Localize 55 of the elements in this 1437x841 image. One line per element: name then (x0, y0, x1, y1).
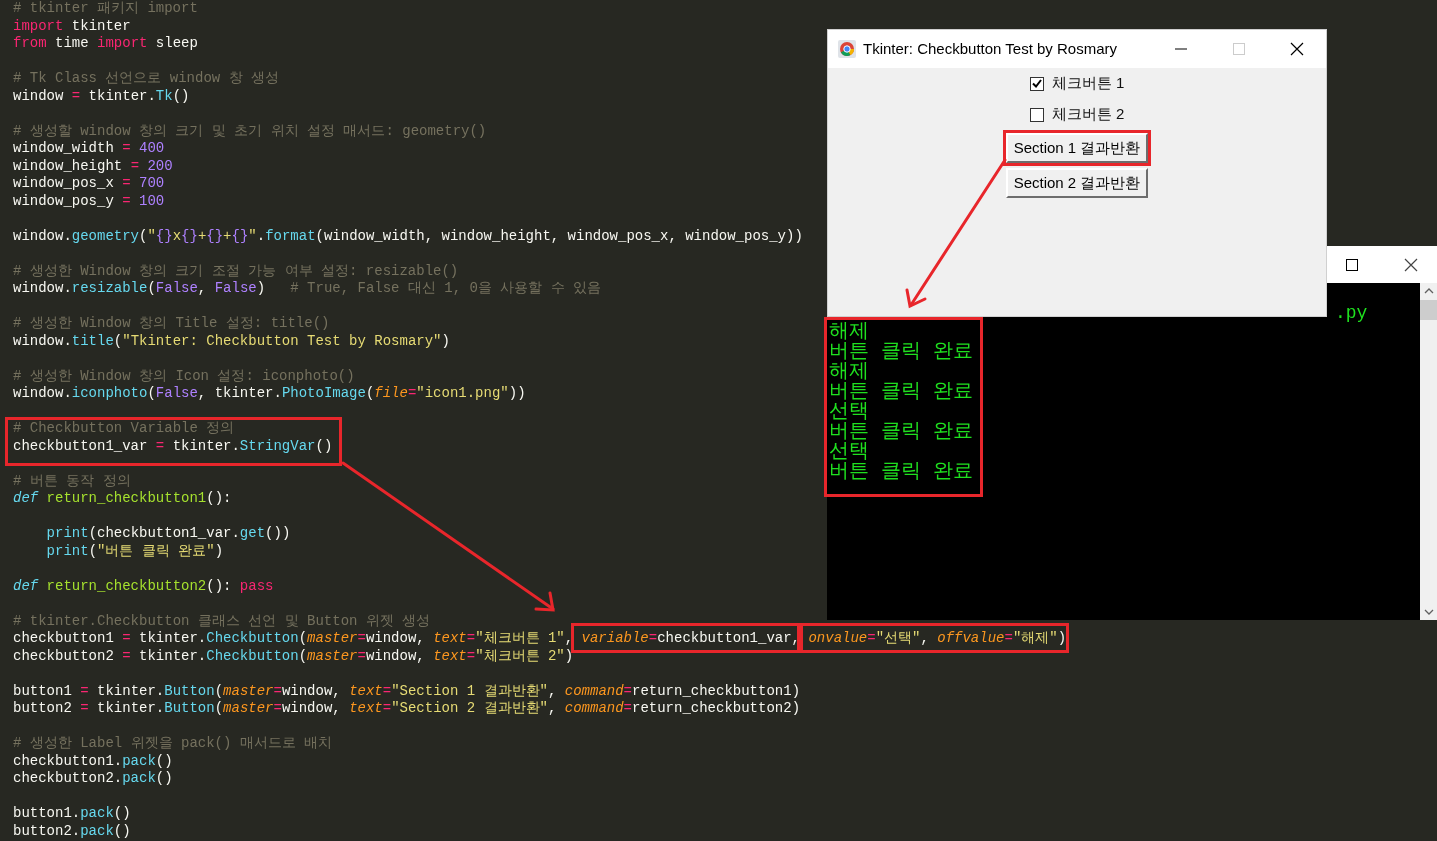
section-button[interactable]: Section 2 결과반환 (1005, 168, 1149, 198)
code-line: window_height = 200 (12, 157, 173, 175)
code-line: window.resizable(False, False) # True, False 대신 1, 0을 사용할 수 있음 (12, 280, 602, 298)
code-line: # 생성할 window 창의 크기 및 초기 위치 설정 매서드: geometry() (12, 122, 487, 140)
code-line: print(checkbutton1_var.get()) (45, 525, 291, 543)
code-text: ) (1057, 630, 1067, 646)
minimize-icon (1175, 48, 1187, 50)
maximize-icon (1233, 43, 1245, 55)
checkbox-label: 체크버튼 2 (1051, 104, 1125, 125)
code-line: window = tkinter.Tk() (12, 87, 190, 105)
code-line: from time import sleep (12, 35, 198, 53)
code-line: window.title("Tkinter: Checkbutton Test by Rosmary") (12, 332, 450, 350)
checkbox-label: 체크버튼 1 (1051, 73, 1125, 94)
code-line: def return_checkbutton2(): pass (12, 577, 274, 595)
console-text: .py (1335, 303, 1368, 323)
section-button[interactable]: Section 1 결과반환 (1005, 133, 1149, 163)
code-line: # 생성한 Window 창의 크기 조절 가능 여부 설정: resizable() (12, 262, 459, 280)
code-line: checkbutton1.pack() (12, 752, 173, 770)
code-line: window_pos_y = 100 (12, 192, 165, 210)
app-icon (838, 40, 856, 58)
chevron-up-icon (1423, 288, 1434, 294)
code-line: button2 = tkinter.Button(master=window, text="Section 2 결과반환", command=return_checkbutton2) (12, 700, 801, 718)
close-icon (1404, 257, 1418, 272)
code-line: import tkinter (12, 17, 131, 35)
code-line: window_width = 400 (12, 140, 165, 158)
code-line: # 생성한 Window 창의 Title 설정: title() (12, 315, 330, 333)
code-line: # 버튼 동작 정의 (12, 472, 131, 490)
console-output: 해제 버튼 클릭 완료 해제 버튼 클릭 완료 선택 버튼 클릭 완료 선택 버튼 클릭 완료 (824, 317, 983, 497)
code-line: window_pos_x = 700 (12, 175, 165, 193)
code-line: print("버튼 클릭 완료") (45, 542, 224, 560)
code-line: # 생성한 Window 창의 Icon 설정: iconphoto() (12, 367, 355, 385)
code-line: window.iconphoto(False, tkinter.PhotoImage(file="icon1.png")) (12, 385, 526, 403)
scrollbar-thumb[interactable] (1420, 300, 1437, 320)
code-line: button2.pack() (12, 822, 131, 840)
code-line: # 생성한 Label 위젯을 pack() 매서드로 배치 (12, 735, 333, 753)
code-line: def return_checkbutton1(): (12, 490, 232, 508)
code-line: # tkinter.Checkbutton 클래스 선언 및 Button 위젯 생성 (12, 612, 431, 630)
checkbox[interactable] (1029, 107, 1044, 122)
code-line: checkbutton2.pack() (12, 770, 173, 788)
window-title: Tkinter: Checkbutton Test by Rosmary (863, 38, 1117, 59)
code-text: , (791, 630, 801, 646)
code-line: # tkinter 패키지 import (12, 0, 198, 18)
maximize-icon (1346, 258, 1358, 271)
code-line: button1 = tkinter.Button(master=window, text="Section 1 결과반환", command=return_checkbutton1) (12, 682, 801, 700)
code-line: checkbutton2 = tkinter.Checkbutton(master=window, text="체크버튼 2") (12, 647, 574, 665)
code-line: button1.pack() (12, 805, 131, 823)
code-text: checkbutton1 = tkinter.Checkbutton(master=window, text="체크버튼 1", (13, 630, 575, 646)
check-icon (1031, 79, 1042, 88)
checkbox[interactable] (1029, 76, 1044, 91)
code-line: window.geometry("{}x{}+{}+{}".format(window_width, window_height, window_pos_x, window_pos_y)) (12, 227, 803, 245)
chevron-down-icon (1423, 609, 1434, 615)
close-icon (1290, 42, 1304, 56)
highlighted-code: # Checkbutton Variable 정의 checkbutton1_var = tkinter.StringVar() (5, 417, 342, 466)
code-line: # Tk Class 선언으로 window 창 생성 (12, 70, 280, 88)
scrollbar[interactable] (1420, 283, 1437, 620)
